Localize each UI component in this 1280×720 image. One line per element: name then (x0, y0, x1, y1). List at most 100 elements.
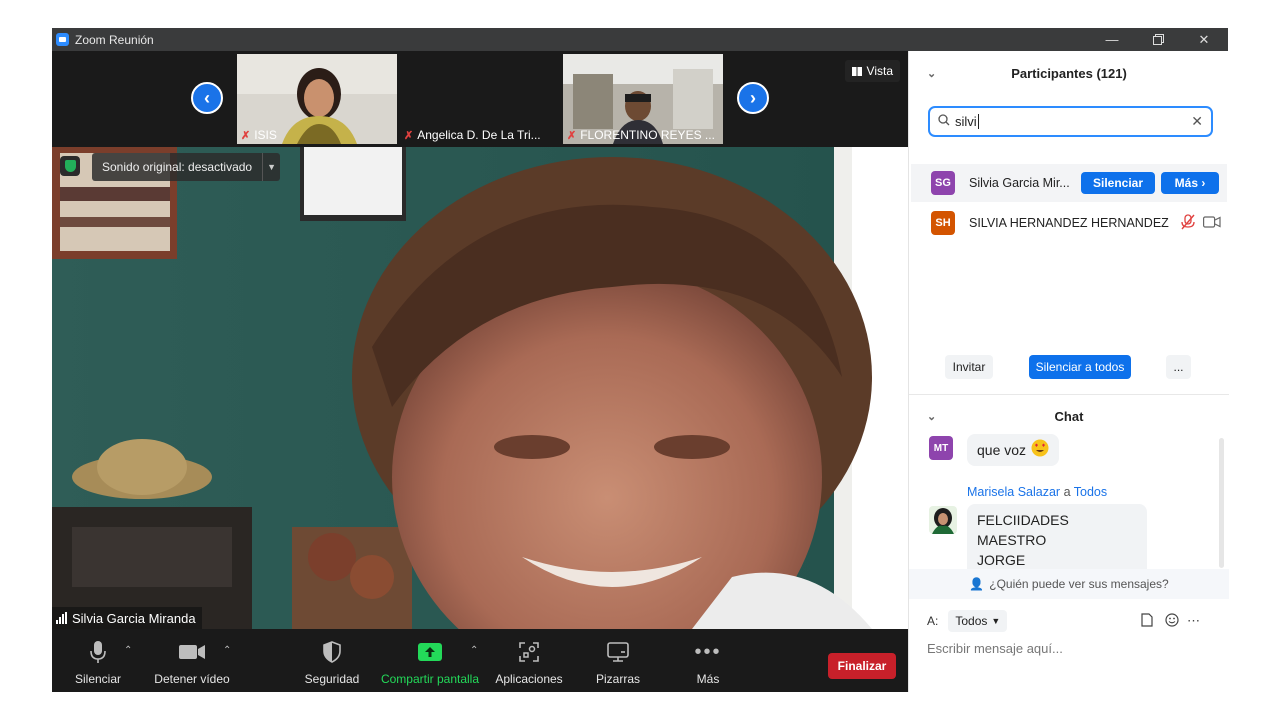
speaker-name: Silvia Garcia Miranda (72, 610, 196, 626)
more-label: Más (696, 672, 720, 686)
more-options-icon[interactable]: ⋯ (1187, 613, 1200, 629)
participants-header: ⌄ Participantes (121) (909, 51, 1229, 95)
recipient-select[interactable]: Todos ▼ (948, 610, 1008, 632)
chevron-left-icon[interactable]: ‹ (191, 82, 223, 114)
mic-muted-icon: ✗ (404, 129, 414, 142)
more-participant-button[interactable]: Más › (1161, 172, 1219, 194)
original-sound-label: Sonido original: desactivado (102, 160, 253, 174)
participant-thumbnail[interactable]: ✗ FLORENTINO REYES ... (563, 54, 723, 144)
security-button[interactable]: Seguridad (304, 629, 360, 692)
file-icon[interactable] (1141, 612, 1153, 630)
chevron-right-icon[interactable]: › (737, 82, 769, 114)
minimize-icon[interactable]: — (1089, 28, 1135, 51)
mic-muted-icon: ✗ (241, 129, 251, 142)
participant-name: SILVIA HERNANDEZ HERNANDEZ (969, 216, 1169, 230)
share-screen-label: Compartir pantalla (380, 672, 480, 686)
thumbnail-name: ISIS (254, 128, 277, 142)
person-lock-icon: 👤 (969, 577, 985, 591)
grid-icon (851, 66, 862, 76)
whiteboards-label: Pizarras (595, 672, 640, 686)
chat-scrollbar[interactable] (1219, 438, 1224, 568)
invite-button[interactable]: Invitar (945, 355, 993, 379)
speaker-video-frame (52, 147, 908, 629)
clear-search-icon[interactable]: ✕ (1191, 113, 1203, 130)
chat-message-text-line: FELCIIDADES MAESTRO (977, 512, 1069, 548)
zoom-window: Zoom Reunión — ✕ ‹ ✗ ISIS ✗ Angelica D. … (52, 28, 1229, 692)
title-bar: Zoom Reunión — ✕ (52, 28, 1228, 51)
chat-sender[interactable]: Marisela Salazar (967, 485, 1060, 499)
meeting-toolbar: Silenciar ⌃ Detener vídeo ⌃ Seguridad Co… (52, 629, 908, 692)
chat-connector: a (1063, 485, 1071, 499)
thumbnail-strip: ‹ ✗ ISIS ✗ Angelica D. De La Tri... ✗ FL… (52, 51, 908, 147)
mic-muted-icon (1181, 213, 1195, 233)
security-shield-icon (60, 156, 80, 176)
who-can-see-messages[interactable]: 👤 ¿Quién puede ver sus mensajes? (909, 569, 1229, 599)
to-label: A: (927, 614, 939, 628)
chat-message: que voz (967, 434, 1060, 466)
speaker-name-tag: Silvia Garcia Miranda (52, 607, 202, 629)
end-meeting-button[interactable]: Finalizar (828, 653, 896, 679)
chat-message-text: que voz (977, 442, 1027, 458)
participant-search-input[interactable]: silvi ✕ (928, 106, 1213, 137)
thumbnail-name: FLORENTINO REYES ... (580, 128, 715, 142)
security-label: Seguridad (304, 672, 360, 686)
mute-options-caret-icon[interactable]: ⌃ (124, 645, 132, 656)
chat-header: ⌄ Chat (909, 394, 1229, 438)
avatar: SH (931, 211, 955, 235)
heart-eyes-emoji-icon (1031, 439, 1049, 462)
close-icon[interactable]: ✕ (1181, 28, 1227, 51)
chat-sender-line: Marisela Salazar a Todos (967, 485, 1107, 499)
whiteboard-icon (607, 638, 629, 666)
participant-name: Silvia Garcia Mir... (969, 176, 1070, 190)
collapse-chevron-icon[interactable]: ⌄ (927, 67, 936, 80)
text-cursor (977, 114, 979, 129)
participant-row[interactable]: SH SILVIA HERNANDEZ HERNANDEZ (911, 204, 1227, 242)
mute-participant-button[interactable]: Silenciar (1081, 172, 1155, 194)
apps-label: Aplicaciones (495, 672, 563, 686)
chat-message-text-line: JORGE (977, 552, 1026, 568)
participant-row[interactable]: SG Silvia Garcia Mir... Silenciar Más › (911, 164, 1227, 202)
emoji-icon[interactable] (1165, 612, 1179, 630)
video-camera-icon (179, 638, 205, 666)
mute-all-button[interactable]: Silenciar a todos (1029, 355, 1131, 379)
chevron-down-icon[interactable]: ▼ (262, 153, 280, 181)
video-off-icon (1202, 215, 1221, 231)
participant-thumbnail[interactable]: ✗ ISIS (237, 54, 397, 144)
participants-more-button[interactable]: ... (1166, 355, 1191, 379)
side-panel: ⌄ Participantes (121) silvi ✕ SG Silvia … (908, 51, 1229, 692)
search-icon (938, 114, 950, 129)
avatar: SG (931, 171, 955, 195)
more-button[interactable]: ••• Más (684, 629, 732, 692)
mic-muted-icon: ✗ (567, 129, 577, 142)
share-screen-icon (418, 638, 442, 666)
restore-icon[interactable] (1135, 28, 1181, 51)
stop-video-button[interactable]: Detener vídeo (152, 629, 232, 692)
view-label: Vista (866, 64, 893, 78)
mute-button[interactable]: Silenciar (70, 629, 126, 692)
apps-icon (519, 638, 539, 666)
search-value: silvi (955, 114, 977, 129)
avatar (929, 506, 957, 534)
who-can-see-label: ¿Quién puede ver sus mensajes? (989, 577, 1169, 591)
signal-bars-icon (56, 612, 67, 624)
recipient-value: Todos (955, 614, 988, 628)
view-button[interactable]: Vista (844, 60, 900, 82)
video-options-caret-icon[interactable]: ⌃ (223, 645, 231, 656)
chat-title: Chat (1054, 409, 1084, 424)
recipient-row: A: Todos ▼ ⋯ (927, 609, 1217, 633)
whiteboards-button[interactable]: Pizarras (592, 629, 644, 692)
chat-message-input[interactable]: Escribir mensaje aquí... (927, 641, 1217, 661)
participants-title: Participantes (121) (1011, 65, 1127, 81)
collapse-chevron-icon[interactable]: ⌄ (927, 410, 936, 423)
share-screen-button[interactable]: Compartir pantalla (378, 629, 482, 692)
participant-thumbnail[interactable]: ✗ Angelica D. De La Tri... (400, 54, 560, 144)
zoom-app-icon (56, 33, 69, 46)
main-video: Sonido original: desactivado ▼ Silvia Ga… (52, 147, 908, 629)
microphone-icon (90, 638, 106, 666)
apps-button[interactable]: Aplicaciones (492, 629, 566, 692)
thumbnail-name: Angelica D. De La Tri... (417, 128, 541, 142)
original-sound-control[interactable]: Sonido original: desactivado ▼ (92, 153, 281, 181)
share-options-caret-icon[interactable]: ⌃ (470, 645, 478, 656)
chevron-down-icon: ▼ (991, 616, 1001, 626)
chat-recipient[interactable]: Todos (1074, 485, 1107, 499)
